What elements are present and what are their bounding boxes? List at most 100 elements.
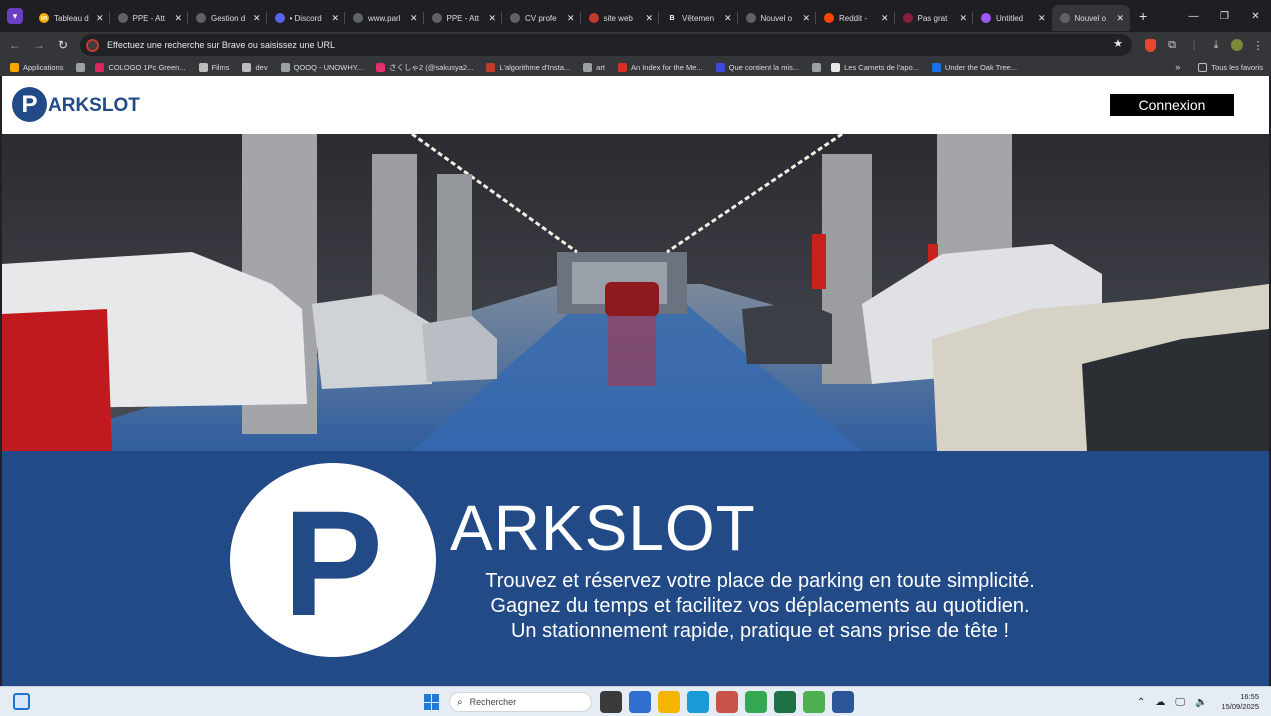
tab-close-icon[interactable]: ✕: [802, 13, 810, 24]
clock[interactable]: 16:55 15/09/2025: [1221, 692, 1259, 712]
edge-icon[interactable]: [687, 691, 709, 713]
tab-title: PPE - Att: [132, 13, 165, 23]
bookmark-label: L'algorithme d'Insta...: [499, 62, 571, 72]
tab-title: Untitled: [996, 13, 1024, 23]
bookmark-item[interactable]: Les Carnets de l'apo...: [831, 62, 919, 72]
browser-tab[interactable]: Pas grat ✕: [895, 5, 974, 31]
chrome-icon[interactable]: [745, 691, 767, 713]
extensions-icon[interactable]: ⧉: [1161, 39, 1183, 52]
tagline-line-2: Gagnez du temps et facilitez vos déplace…: [490, 595, 1030, 617]
bookmarks-list: Applications COLOGO 1Pc Green... Films dev Q…: [10, 62, 1030, 73]
login-button[interactable]: Connexion: [1110, 94, 1234, 116]
tab-close-icon[interactable]: ✕: [724, 13, 732, 24]
tab-close-icon[interactable]: ✕: [174, 13, 182, 24]
address-bar[interactable]: Effectuez une recherche sur Brave ou sai…: [80, 34, 1132, 56]
minimize-icon[interactable]: —: [1178, 0, 1209, 32]
site-header: P ARKSLOT Connexion: [2, 76, 1269, 134]
bookmark-label: COLOGO 1Pc Green...: [108, 62, 186, 72]
browser-tab[interactable]: Reddit - ✕: [816, 5, 895, 31]
bookmark-item[interactable]: さくしゃ2 (@sakusya2...: [376, 62, 473, 73]
tray-chevron-icon[interactable]: ⌃: [1137, 697, 1145, 708]
browser-tab[interactable]: site web ✕: [581, 5, 660, 31]
browser-tab[interactable]: CV profe ✕: [502, 5, 581, 31]
back-arrow-icon[interactable]: ←: [3, 33, 27, 57]
forward-arrow-icon[interactable]: →: [27, 33, 51, 57]
bookmark-item[interactable]: Films: [198, 62, 229, 72]
bookmark-item[interactable]: art: [583, 62, 605, 72]
tab-close-icon[interactable]: ✕: [645, 13, 653, 24]
browser-tab[interactable]: Nouvel o ✕: [738, 5, 817, 31]
browser-tab[interactable]: Untitled ✕: [973, 5, 1052, 31]
hero-image-parking-garage: [2, 134, 1269, 451]
file-explorer-icon[interactable]: [658, 691, 680, 713]
task-view-icon[interactable]: [600, 691, 622, 713]
bookmark-item[interactable]: An Index for the Me...: [617, 62, 703, 72]
profile-avatar[interactable]: [1231, 39, 1243, 51]
bookmark-item[interactable]: Applications: [10, 62, 63, 72]
tab-title: Pas grat: [917, 13, 948, 23]
bookmark-label: An Index for the Me...: [630, 62, 703, 72]
reload-icon[interactable]: ↻: [51, 33, 75, 57]
browser-tab[interactable]: PPE - Att ✕: [424, 5, 503, 31]
browser-tab[interactable]: www.parl ✕: [345, 5, 424, 31]
browser-tab[interactable]: in Tableau d ✕: [31, 5, 110, 31]
bookmark-item[interactable]: Que contient la mis...: [715, 62, 799, 72]
brave-lion-icon[interactable]: [1145, 38, 1156, 52]
download-icon[interactable]: ⤓: [1205, 39, 1227, 52]
browser-tab[interactable]: B Vêtemen ✕: [659, 5, 738, 31]
bookmark-item[interactable]: [76, 62, 89, 72]
network-icon[interactable]: 🖵: [1175, 697, 1185, 708]
start-menu-icon[interactable]: [424, 694, 440, 710]
widgets-icon[interactable]: [13, 693, 30, 710]
volume-icon[interactable]: 🔈: [1195, 697, 1207, 708]
brave-shield-icon[interactable]: [86, 38, 99, 52]
tab-close-icon[interactable]: ✕: [1116, 13, 1124, 24]
tab-title: PPE - Att: [446, 13, 479, 23]
word-icon[interactable]: [832, 691, 854, 713]
tab-close-icon[interactable]: ✕: [410, 13, 418, 24]
bookmark-label: dev: [255, 62, 268, 72]
more-bookmarks-icon[interactable]: »: [1175, 62, 1180, 72]
paint-icon[interactable]: [803, 691, 825, 713]
tab-close-icon[interactable]: ✕: [253, 13, 261, 24]
bookmark-item[interactable]: L'algorithme d'Insta...: [486, 62, 571, 72]
tab-search-icon[interactable]: ▾: [7, 8, 23, 24]
site-logo[interactable]: P ARKSLOT: [12, 87, 140, 122]
tab-close-icon[interactable]: ✕: [567, 13, 575, 24]
restore-icon[interactable]: ❐: [1209, 0, 1240, 32]
new-tab-icon[interactable]: +: [1139, 8, 1147, 24]
browser-tab[interactable]: • Discord ✕: [267, 5, 346, 31]
bookmark-item[interactable]: QOOQ - UNOWHY...: [280, 62, 363, 72]
store-icon[interactable]: [716, 691, 738, 713]
tab-title: site web: [603, 13, 633, 23]
bookmark-item[interactable]: dev: [242, 62, 268, 72]
browser-tab[interactable]: PPE - Att ✕: [110, 5, 189, 31]
tab-close-icon[interactable]: ✕: [959, 13, 967, 24]
tab-close-icon[interactable]: ✕: [96, 13, 104, 24]
folder-icon: [1198, 62, 1208, 72]
tab-close-icon[interactable]: ✕: [488, 13, 496, 24]
browser-tab[interactable]: Nouvel o ✕: [1051, 5, 1130, 31]
tab-favicon-icon: in: [39, 13, 49, 23]
bookmarks-bar: Applications COLOGO 1Pc Green... Films dev Q…: [0, 58, 1271, 76]
banner-logo-circle: P: [230, 463, 436, 657]
tab-close-icon[interactable]: ✕: [881, 13, 889, 24]
tab-close-icon[interactable]: ✕: [1038, 13, 1046, 24]
bookmark-item[interactable]: [812, 62, 825, 72]
clock-time: 16:55: [1240, 692, 1259, 701]
bookmark-item[interactable]: Under the Oak Tree...: [931, 62, 1017, 72]
taskbar-search[interactable]: ⌕ Rechercher: [449, 692, 592, 712]
bookmark-star-icon[interactable]: ★: [1113, 37, 1123, 50]
onedrive-icon[interactable]: ☁: [1155, 697, 1165, 708]
browser-tab[interactable]: Gestion d ✕: [188, 5, 267, 31]
menu-kebab-icon[interactable]: ⋮: [1247, 39, 1269, 52]
bookmark-favicon-icon: [617, 62, 627, 72]
news-icon[interactable]: [629, 691, 651, 713]
web-page: P ARKSLOT Connexion P ARKSLOT Trouvez et…: [2, 76, 1269, 686]
close-window-icon[interactable]: ✕: [1240, 0, 1271, 32]
excel-icon[interactable]: [774, 691, 796, 713]
all-bookmarks-link[interactable]: Tous les favoris: [1198, 62, 1263, 72]
bookmark-item[interactable]: COLOGO 1Pc Green...: [95, 62, 186, 72]
bookmark-favicon-icon: [76, 62, 86, 72]
tab-close-icon[interactable]: ✕: [331, 13, 339, 24]
